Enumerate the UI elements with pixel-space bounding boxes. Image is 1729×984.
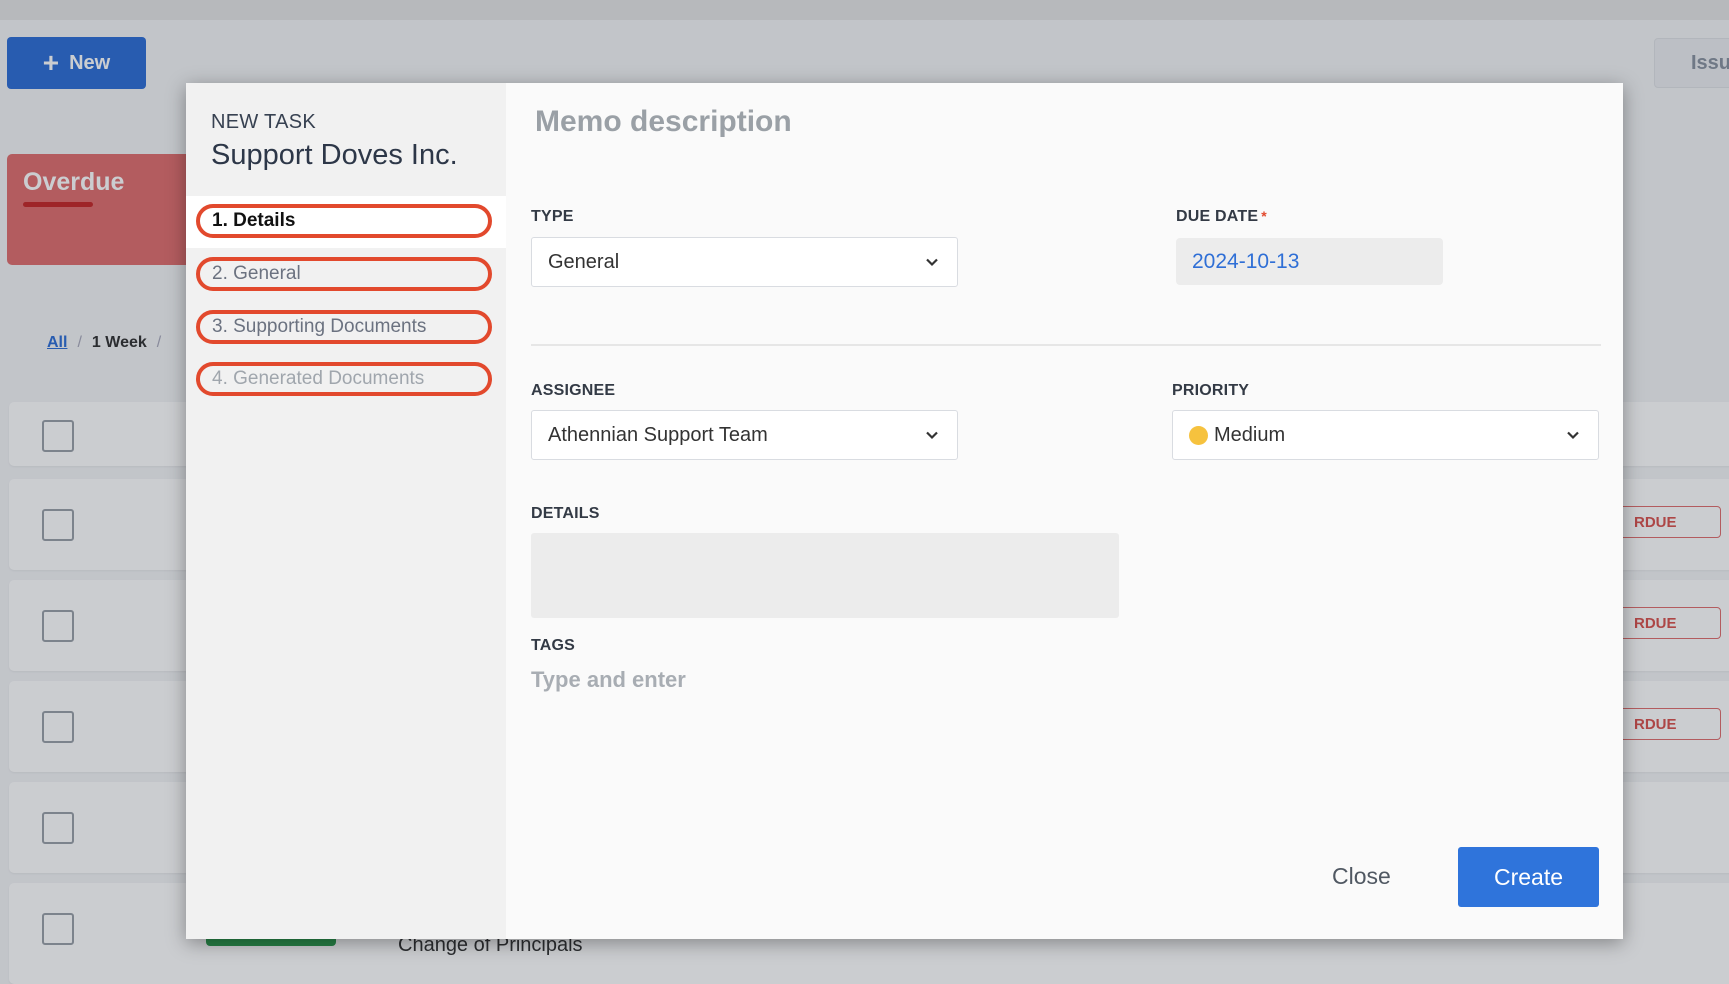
due-date-value: 2024-10-13: [1192, 249, 1300, 273]
priority-select[interactable]: Medium: [1172, 410, 1599, 460]
tags-label: TAGS: [531, 637, 576, 654]
due-date-label: DUE DATE *: [1176, 208, 1267, 226]
due-date-label-text: DUE DATE: [1176, 208, 1259, 225]
type-select-value: General: [548, 250, 620, 273]
new-task-modal: NEW TASK Support Doves Inc. 1. Details 2…: [186, 83, 1623, 939]
chevron-down-icon: [926, 258, 938, 267]
priority-dot-icon: [1189, 425, 1208, 445]
assignee-label: ASSIGNEE: [531, 382, 616, 399]
type-select[interactable]: General: [531, 237, 958, 287]
close-button[interactable]: Close: [1332, 863, 1391, 890]
create-button[interactable]: Create: [1458, 847, 1599, 907]
due-date-input[interactable]: 2024-10-13: [1176, 238, 1443, 285]
modal-entity-title: Support Doves Inc.: [211, 139, 458, 171]
step-details[interactable]: 1. Details: [196, 204, 492, 238]
modal-kicker: NEW TASK: [211, 111, 317, 133]
step-generated-documents[interactable]: 4. Generated Documents: [196, 362, 492, 396]
memo-description-title: Memo description: [535, 105, 792, 138]
type-label: TYPE: [531, 208, 574, 225]
chevron-down-icon: [1567, 431, 1579, 440]
assignee-select-value: Athennian Support Team: [548, 423, 768, 446]
details-textarea[interactable]: [531, 533, 1119, 618]
assignee-select[interactable]: Athennian Support Team: [531, 410, 958, 460]
details-label: DETAILS: [531, 505, 600, 522]
required-mark: *: [1261, 208, 1267, 224]
step-supporting-documents[interactable]: 3. Supporting Documents: [196, 310, 492, 344]
chevron-down-icon: [926, 431, 938, 440]
priority-label: PRIORITY: [1172, 382, 1250, 399]
priority-select-value: Medium: [1214, 423, 1286, 446]
section-divider: [531, 344, 1601, 346]
tags-input[interactable]: Type and enter: [531, 667, 686, 693]
step-general[interactable]: 2. General: [196, 257, 492, 291]
modal-sidebar: NEW TASK Support Doves Inc. 1. Details 2…: [186, 83, 506, 939]
